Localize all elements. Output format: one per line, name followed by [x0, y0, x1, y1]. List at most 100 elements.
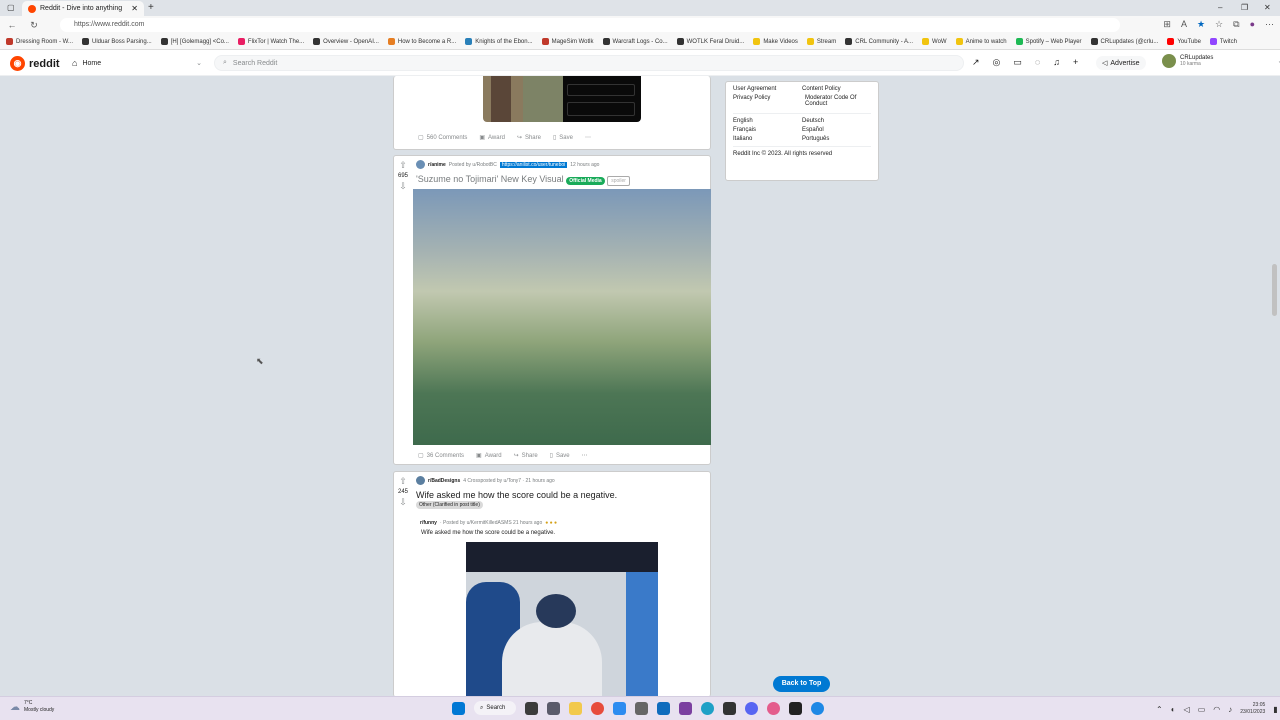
share-button[interactable]: ↪ Share	[514, 452, 538, 460]
window-close-icon[interactable]: ✕	[1264, 3, 1271, 12]
post-card[interactable]: ▢ 560 Comments ▣ Award ↪ Share ▯ Save ⋯	[393, 76, 711, 150]
app-available-icon[interactable]: ⊞	[1163, 19, 1171, 30]
wifi-icon[interactable]: ◠	[1213, 705, 1220, 714]
content-policy-link[interactable]: Content Policy	[802, 86, 871, 92]
discord-icon[interactable]	[745, 701, 758, 715]
comments-button[interactable]: ▢ 36 Comments	[418, 452, 464, 460]
create-post-icon[interactable]: +	[1073, 57, 1078, 68]
subreddit-icon[interactable]	[416, 476, 425, 485]
notifications-icon[interactable]: ♫	[1053, 57, 1060, 68]
bookmark-item[interactable]: CRLupdates (@crlu...	[1090, 38, 1158, 45]
back-to-top-button[interactable]: Back to Top	[773, 676, 830, 692]
edge-icon[interactable]	[701, 701, 714, 715]
collections-icon[interactable]: ⧉	[1233, 19, 1239, 30]
network-icon[interactable]: ◐	[1171, 705, 1176, 714]
bookmark-item[interactable]: Spotify – Web Player	[1015, 38, 1082, 45]
volume-icon[interactable]: ◁	[1184, 705, 1190, 714]
post-card[interactable]: ⇧ 245 ⇩ r/BadDesigns 4 Crossposted by u/…	[393, 471, 711, 698]
bookmark-item[interactable]: FlixTor | Watch The...	[237, 38, 304, 45]
share-button[interactable]: ↪ Share	[517, 134, 541, 142]
bookmark-item[interactable]: Dressing Room - W...	[6, 38, 73, 45]
refresh-icon[interactable]: ↻	[28, 20, 40, 31]
minimize-icon[interactable]: –	[1218, 3, 1222, 12]
post-card[interactable]: ⇧ 695 ⇩ r/anime Posted by u/RobotBC http…	[393, 155, 711, 465]
popular-icon[interactable]: ↗	[972, 57, 980, 68]
subreddit-link[interactable]: r/anime	[428, 162, 446, 168]
weather-widget[interactable]: ☁ 7°C Mostly cloudy	[10, 700, 54, 714]
subreddit-icon[interactable]	[416, 160, 425, 169]
bookmark-item[interactable]: Knights of the Ebon...	[465, 38, 533, 45]
user-agreement-link[interactable]: User Agreement	[733, 86, 802, 92]
posted-by[interactable]: Posted by u/RobotBC	[449, 162, 497, 168]
bookmark-item[interactable]: Stream	[806, 38, 836, 45]
save-button[interactable]: ▯ Save	[553, 134, 573, 142]
favorites-icon[interactable]: ☆	[1215, 19, 1223, 30]
tab-actions-icon[interactable]: ▢	[7, 3, 15, 12]
new-tab-icon[interactable]: +	[148, 2, 154, 13]
post-flair[interactable]: Official Media	[566, 177, 605, 185]
post-title[interactable]: Wife asked me how the score could be a n…	[416, 490, 617, 500]
url-field[interactable]: https://www.reddit.com	[60, 18, 1120, 32]
widgets-icon[interactable]	[547, 701, 560, 715]
notepad-icon[interactable]	[635, 701, 648, 715]
coins-icon[interactable]: ◎	[993, 57, 1001, 68]
crosspost-image[interactable]	[466, 542, 658, 698]
onenote-icon[interactable]	[679, 701, 692, 715]
bookmark-item[interactable]: Make Videos	[753, 38, 798, 45]
downvote-icon[interactable]: ⇩	[399, 497, 407, 508]
downvote-icon[interactable]: ⇩	[399, 181, 407, 192]
post-image-photo[interactable]	[483, 76, 563, 122]
bookmark-item[interactable]: WOTLK Feral Druid...	[676, 38, 744, 45]
comments-button[interactable]: ▢ 560 Comments	[418, 134, 467, 142]
more-options-icon[interactable]: ⋯	[585, 134, 591, 141]
search-input[interactable]: ⌕ Search Reddit	[214, 55, 964, 71]
bookmark-item[interactable]: Overview - OpenAI...	[313, 38, 379, 45]
post-flair[interactable]: Other (Clarified in post title)	[416, 501, 483, 509]
chrome-icon[interactable]	[591, 701, 604, 715]
todo-icon[interactable]	[613, 701, 626, 715]
profile-icon[interactable]: ●	[1250, 19, 1255, 30]
advertise-button[interactable]: ◁ Advertise	[1096, 56, 1146, 70]
home-dropdown[interactable]: ⌂ Home ⌄	[72, 56, 202, 70]
taskbar-search[interactable]: ⌕ Search	[474, 701, 516, 715]
tray-chevron-icon[interactable]: ⌃	[1156, 705, 1163, 714]
lang-espanol[interactable]: Español	[802, 127, 871, 133]
reddit-logo[interactable]: ◉ reddit	[10, 56, 60, 71]
bookmark-item[interactable]: MageSim Wotlk	[541, 38, 594, 45]
bookmark-item[interactable]: How to Become a R...	[387, 38, 456, 45]
bookmark-item[interactable]: [H] [Golemagg] <Co...	[160, 38, 229, 45]
user-menu[interactable]: CRLupdates 10 karma ⌄	[1162, 54, 1280, 68]
read-aloud-icon[interactable]: A	[1181, 19, 1187, 30]
bookmark-item[interactable]: WoW	[922, 38, 947, 45]
more-options-icon[interactable]: ⋯	[582, 452, 588, 459]
scrollbar-thumb[interactable]	[1272, 264, 1277, 316]
more-icon[interactable]: ⋯	[1265, 19, 1274, 30]
award-button[interactable]: ▣ Award	[479, 134, 505, 142]
lang-deutsch[interactable]: Deutsch	[802, 118, 871, 124]
privacy-policy-link[interactable]: Privacy Policy	[733, 95, 805, 107]
chat-icon[interactable]: ▭	[1013, 57, 1022, 68]
save-button[interactable]: ▯ Save	[550, 452, 570, 460]
moderator-code-link[interactable]: Moderator Code Of Conduct	[805, 95, 867, 107]
bookmark-item[interactable]: YouTube	[1167, 38, 1201, 45]
user-flair-link[interactable]: https://anilist.co/user/tuneboi	[499, 161, 568, 168]
battery-icon[interactable]: ▭	[1198, 705, 1206, 714]
subreddit-link[interactable]: r/BadDesigns	[428, 478, 460, 484]
bookmark-item[interactable]: Twitch	[1209, 38, 1237, 45]
crosspost-posted-by[interactable]: · Posted by u/KermitKilledASMS 21 hours …	[440, 520, 542, 526]
close-icon[interactable]: ✕	[131, 4, 138, 13]
post-image-tweets[interactable]	[563, 76, 641, 122]
restore-icon[interactable]: ❐	[1241, 3, 1248, 12]
bookmark-item[interactable]: Warcraft Logs - Co...	[602, 38, 668, 45]
post-image-blurred[interactable]	[413, 189, 711, 445]
bookmark-item[interactable]: CRL Community - A...	[845, 38, 913, 45]
lang-italiano[interactable]: Italiano	[733, 136, 802, 142]
favorite-star-icon[interactable]: ★	[1197, 19, 1205, 30]
post-title[interactable]: 'Suzume no Tojimari' New Key Visual Offi…	[416, 174, 630, 186]
tab-reddit[interactable]: Reddit - Dive into anything ✕	[22, 1, 144, 16]
windows-start-icon[interactable]	[452, 701, 465, 715]
bookmark-item[interactable]: Ulduar Boss Parsing...	[82, 38, 152, 45]
browser-icon[interactable]	[811, 701, 824, 715]
lang-portugues[interactable]: Português	[802, 136, 871, 142]
messages-icon[interactable]: ◌	[1035, 57, 1040, 68]
